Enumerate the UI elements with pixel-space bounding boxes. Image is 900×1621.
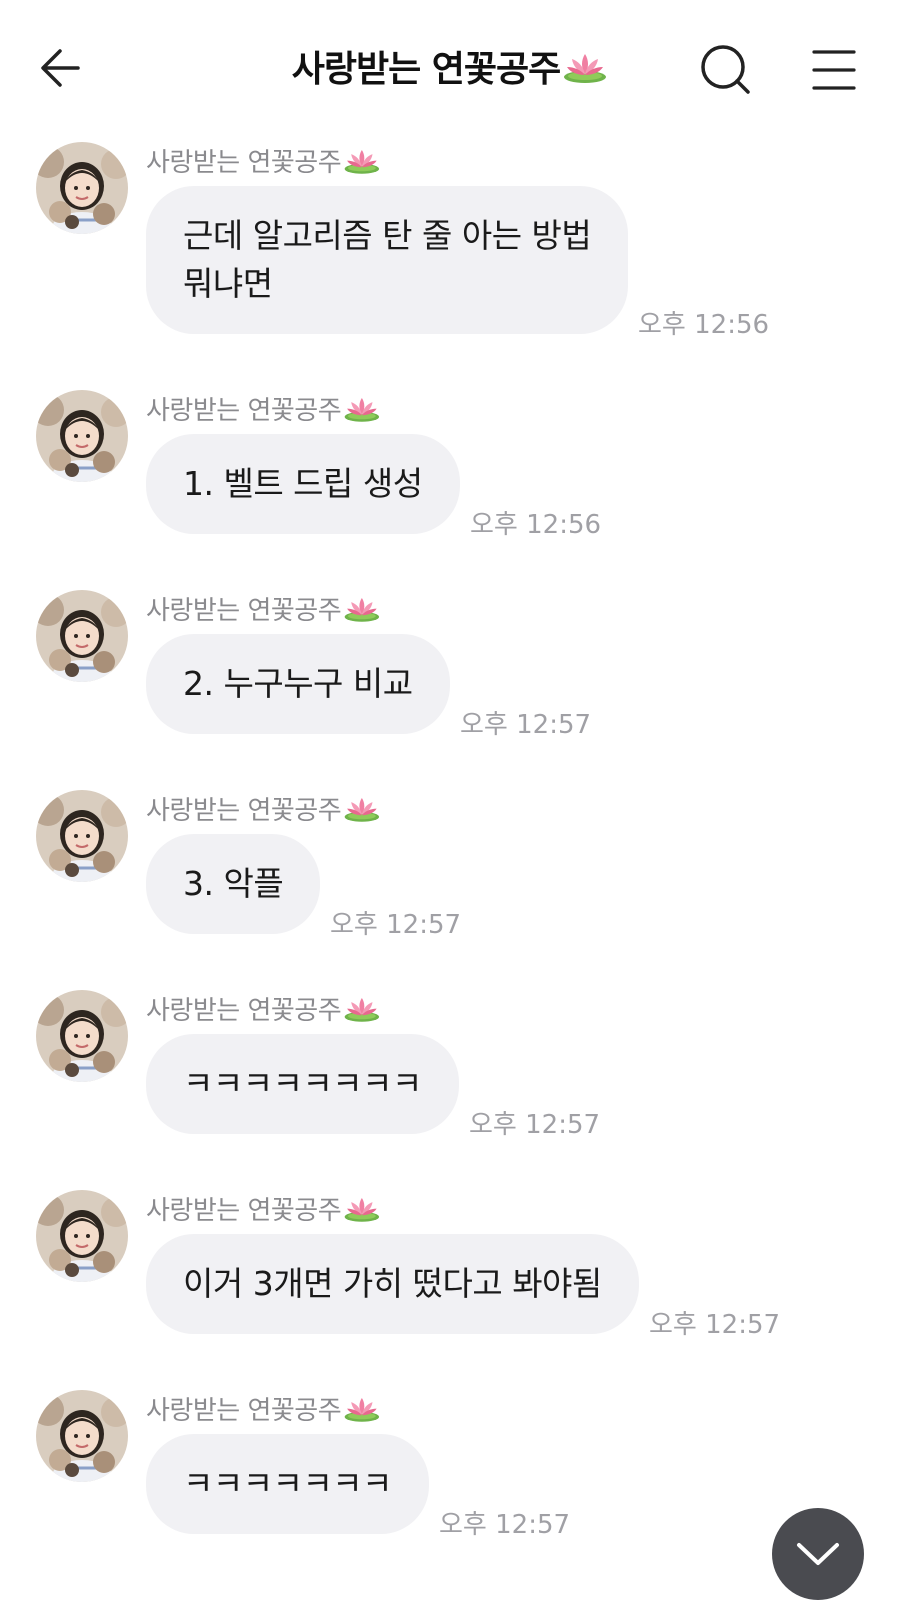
message-bubble[interactable]: 이거 3개면 가히 떴다고 봐야됨: [146, 1234, 639, 1334]
message-text: 이거 3개면 가히 떴다고 봐야됨: [183, 1264, 602, 1303]
chat-title-text: 사랑받는 연꽃공주: [291, 49, 561, 90]
lotus-emoji-icon: [343, 147, 381, 181]
lotus-emoji-icon: [562, 50, 608, 93]
message-item: 사랑받는 연꽃공주 이거 3개면 가히 떴다고 봐야됨오후 12:57: [0, 1180, 900, 1380]
message-timestamp: 오후 12:56: [470, 510, 602, 540]
message-text: 3. 악플: [183, 864, 284, 903]
sender-name-text: 사랑받는 연꽃공주: [146, 396, 342, 426]
search-button[interactable]: [696, 40, 756, 100]
message-bubble[interactable]: 3. 악플: [146, 834, 321, 934]
avatar[interactable]: [36, 1190, 128, 1282]
message-item: 사랑받는 연꽃공주 3. 악플오후 12:57: [0, 780, 900, 980]
search-icon: [701, 45, 750, 94]
menu-button[interactable]: [806, 42, 862, 98]
hamburger-menu-icon: [812, 50, 856, 90]
lotus-emoji-icon: [343, 795, 381, 829]
message-timestamp: 오후 12:57: [649, 1310, 781, 1340]
message-text: ㅋㅋㅋㅋㅋㅋㅋ: [183, 1464, 393, 1503]
message-item: 사랑받는 연꽃공주 ㅋㅋㅋㅋㅋㅋㅋ 오후 12:57: [0, 1380, 900, 1580]
sender-name-text: 사랑받는 연꽃공주: [146, 996, 342, 1026]
lotus-emoji-icon: [343, 595, 381, 629]
message-text: 근데 알고리즘 탄 줄 아는 방법: [183, 216, 592, 255]
chat-header: 사랑받는 연꽃공주: [0, 0, 900, 132]
scroll-to-bottom-button[interactable]: [772, 1508, 864, 1600]
message-bubble[interactable]: 2. 누구누구 비교: [146, 634, 450, 734]
message-timestamp: 오후 12:57: [439, 1510, 571, 1540]
message-timestamp: 오후 12:57: [330, 910, 462, 940]
avatar[interactable]: [36, 790, 128, 882]
message-bubble[interactable]: ㅋㅋㅋㅋㅋㅋㅋㅋ: [146, 1034, 459, 1134]
chevron-down-icon: [797, 1543, 839, 1565]
avatar[interactable]: [36, 390, 128, 482]
sender-name: 사랑받는 연꽃공주: [146, 390, 389, 432]
avatar[interactable]: [36, 1390, 128, 1482]
message-timestamp: 오후 12:57: [460, 710, 592, 740]
lotus-emoji-icon: [343, 1195, 381, 1229]
message-item: 사랑받는 연꽃공주 ㅋㅋㅋㅋㅋㅋㅋㅋ 오후 12:57: [0, 980, 900, 1180]
message-text: 뭐냐면: [183, 264, 273, 303]
sender-name: 사랑받는 연꽃공주: [146, 142, 389, 184]
sender-name-text: 사랑받는 연꽃공주: [146, 1396, 342, 1426]
message-bubble[interactable]: 근데 알고리즘 탄 줄 아는 방법뭐냐면: [146, 186, 629, 334]
sender-name: 사랑받는 연꽃공주: [146, 1190, 389, 1232]
sender-name-text: 사랑받는 연꽃공주: [146, 1196, 342, 1226]
sender-name: 사랑받는 연꽃공주: [146, 790, 389, 832]
message-item: 사랑받는 연꽃공주 근데 알고리즘 탄 줄 아는 방법뭐냐면오후 12:56: [0, 132, 900, 380]
message-list[interactable]: 사랑받는 연꽃공주 근데 알고리즘 탄 줄 아는 방법뭐냐면오후 12:56 사…: [0, 132, 900, 1580]
sender-name: 사랑받는 연꽃공주: [146, 990, 389, 1032]
message-item: 사랑받는 연꽃공주 2. 누구누구 비교오후 12:57: [0, 580, 900, 780]
sender-name: 사랑받는 연꽃공주: [146, 1390, 389, 1432]
sender-name-text: 사랑받는 연꽃공주: [146, 596, 342, 626]
message-timestamp: 오후 12:56: [638, 310, 770, 340]
message-timestamp: 오후 12:57: [469, 1110, 601, 1140]
message-bubble[interactable]: ㅋㅋㅋㅋㅋㅋㅋ: [146, 1434, 430, 1534]
sender-name-text: 사랑받는 연꽃공주: [146, 796, 342, 826]
chat-title: 사랑받는 연꽃공주: [0, 40, 900, 93]
avatar[interactable]: [36, 142, 128, 234]
message-text: 2. 누구누구 비교: [183, 664, 413, 703]
sender-name: 사랑받는 연꽃공주: [146, 590, 389, 632]
message-text: ㅋㅋㅋㅋㅋㅋㅋㅋ: [183, 1064, 422, 1103]
lotus-emoji-icon: [343, 395, 381, 429]
message-bubble[interactable]: 1. 벨트 드립 생성: [146, 434, 460, 534]
message-item: 사랑받는 연꽃공주 1. 벨트 드립 생성오후 12:56: [0, 380, 900, 580]
lotus-emoji-icon: [343, 1395, 381, 1429]
lotus-emoji-icon: [343, 995, 381, 1029]
sender-name-text: 사랑받는 연꽃공주: [146, 148, 342, 178]
message-text: 1. 벨트 드립 생성: [183, 464, 423, 503]
avatar[interactable]: [36, 990, 128, 1082]
avatar[interactable]: [36, 590, 128, 682]
